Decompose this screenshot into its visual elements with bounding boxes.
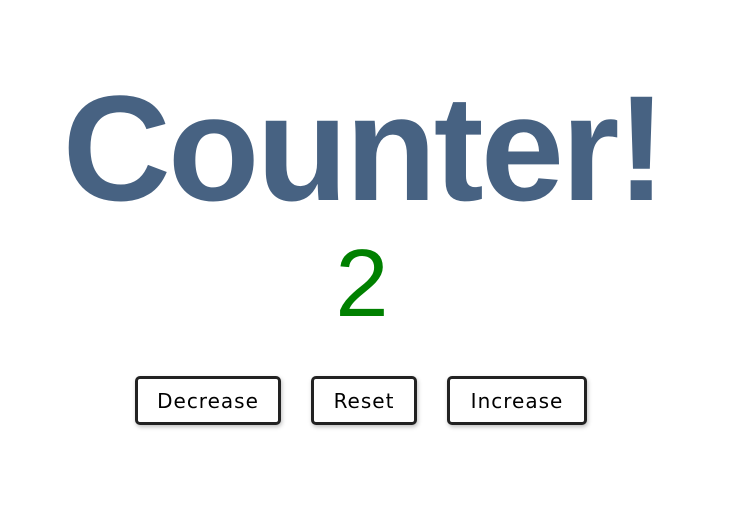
page-title: Counter!	[62, 64, 667, 232]
increase-button[interactable]: Increase	[447, 376, 587, 425]
reset-button[interactable]: Reset	[311, 376, 417, 425]
counter-value: 2	[335, 230, 389, 337]
button-row: Decrease Reset Increase	[0, 376, 738, 426]
decrease-button[interactable]: Decrease	[135, 376, 281, 425]
counter-app: Counter! 2 Decrease Reset Increase	[0, 0, 738, 508]
